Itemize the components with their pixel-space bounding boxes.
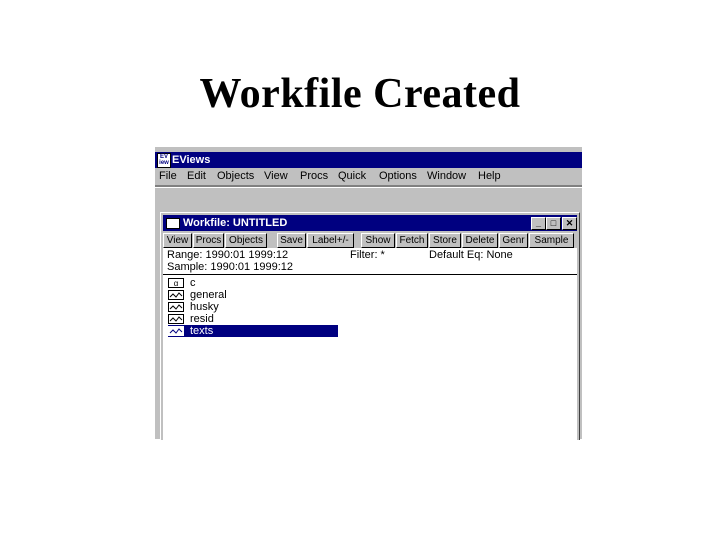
app-titlebar[interactable]: EV iew EViews (155, 152, 582, 168)
view-button[interactable]: View (163, 233, 192, 248)
workfile-titlebar[interactable]: Workfile: UNTITLED _ □ ✕ (163, 215, 577, 231)
sample-button[interactable]: Sample (529, 233, 574, 248)
object-name: texts (190, 325, 214, 337)
default-eq-text: Default Eq: None (429, 249, 513, 261)
label-toggle-button[interactable]: Label+/- (307, 233, 354, 248)
slide-title: Workfile Created (199, 71, 521, 117)
mdi-client-area: Workfile: UNTITLED _ □ ✕ View Procs Obje… (155, 188, 582, 440)
workfile-toolbar: View Procs Objects Save Label+/- Show Fe… (163, 233, 577, 248)
filter-text[interactable]: Filter: * (350, 249, 385, 261)
menu-objects[interactable]: Objects (217, 168, 254, 185)
svg-text:α: α (174, 279, 179, 288)
range-text[interactable]: Range: 1990:01 1999:12 (167, 249, 288, 261)
maximize-button[interactable]: □ (546, 217, 561, 230)
workfile-title: Workfile: UNTITLED (183, 217, 288, 229)
list-item-texts[interactable]: texts (168, 325, 338, 337)
procs-button[interactable]: Procs (193, 233, 224, 248)
close-button[interactable]: ✕ (562, 217, 577, 230)
coefficient-icon: α (168, 278, 184, 288)
sample-text[interactable]: Sample: 1990:01 1999:12 (167, 261, 293, 273)
show-button[interactable]: Show (361, 233, 395, 248)
menu-procs[interactable]: Procs (300, 168, 328, 185)
series-icon (168, 314, 184, 324)
delete-button[interactable]: Delete (462, 233, 498, 248)
menu-options[interactable]: Options (379, 168, 417, 185)
save-button[interactable]: Save (277, 233, 306, 248)
minimize-button[interactable]: _ (531, 217, 546, 230)
object-name: general (190, 289, 227, 301)
store-button[interactable]: Store (429, 233, 461, 248)
menu-view[interactable]: View (264, 168, 288, 185)
list-item-husky[interactable]: husky (168, 301, 338, 313)
list-item-general[interactable]: general (168, 289, 338, 301)
menu-quick[interactable]: Quick (338, 168, 366, 185)
eviews-window: EV iew EViews File Edit Objects View Proc… (155, 147, 582, 440)
workfile-icon[interactable] (166, 218, 180, 229)
fetch-button[interactable]: Fetch (396, 233, 428, 248)
object-name: husky (190, 301, 219, 313)
workfile-info-panel: Range: 1990:01 1999:12 Sample: 1990:01 1… (163, 248, 577, 274)
list-item-c[interactable]: α c (168, 277, 338, 289)
app-title: EViews (172, 154, 211, 166)
workfile-window: Workfile: UNTITLED _ □ ✕ View Procs Obje… (160, 212, 580, 440)
menu-edit[interactable]: Edit (187, 168, 206, 185)
menu-help[interactable]: Help (478, 168, 501, 185)
menu-window[interactable]: Window (427, 168, 466, 185)
series-icon (168, 302, 184, 312)
genr-button[interactable]: Genr (499, 233, 528, 248)
menu-file[interactable]: File (159, 168, 177, 185)
list-item-resid[interactable]: resid (168, 313, 338, 325)
eviews-app-icon[interactable]: EV iew (157, 153, 171, 168)
series-icon (168, 290, 184, 300)
menubar: File Edit Objects View Procs Quick Optio… (155, 168, 582, 185)
object-name: resid (190, 313, 214, 325)
objects-button[interactable]: Objects (225, 233, 267, 248)
object-list: α c general husky resid texts (163, 275, 577, 440)
object-name: c (190, 277, 196, 289)
series-icon (168, 326, 184, 336)
